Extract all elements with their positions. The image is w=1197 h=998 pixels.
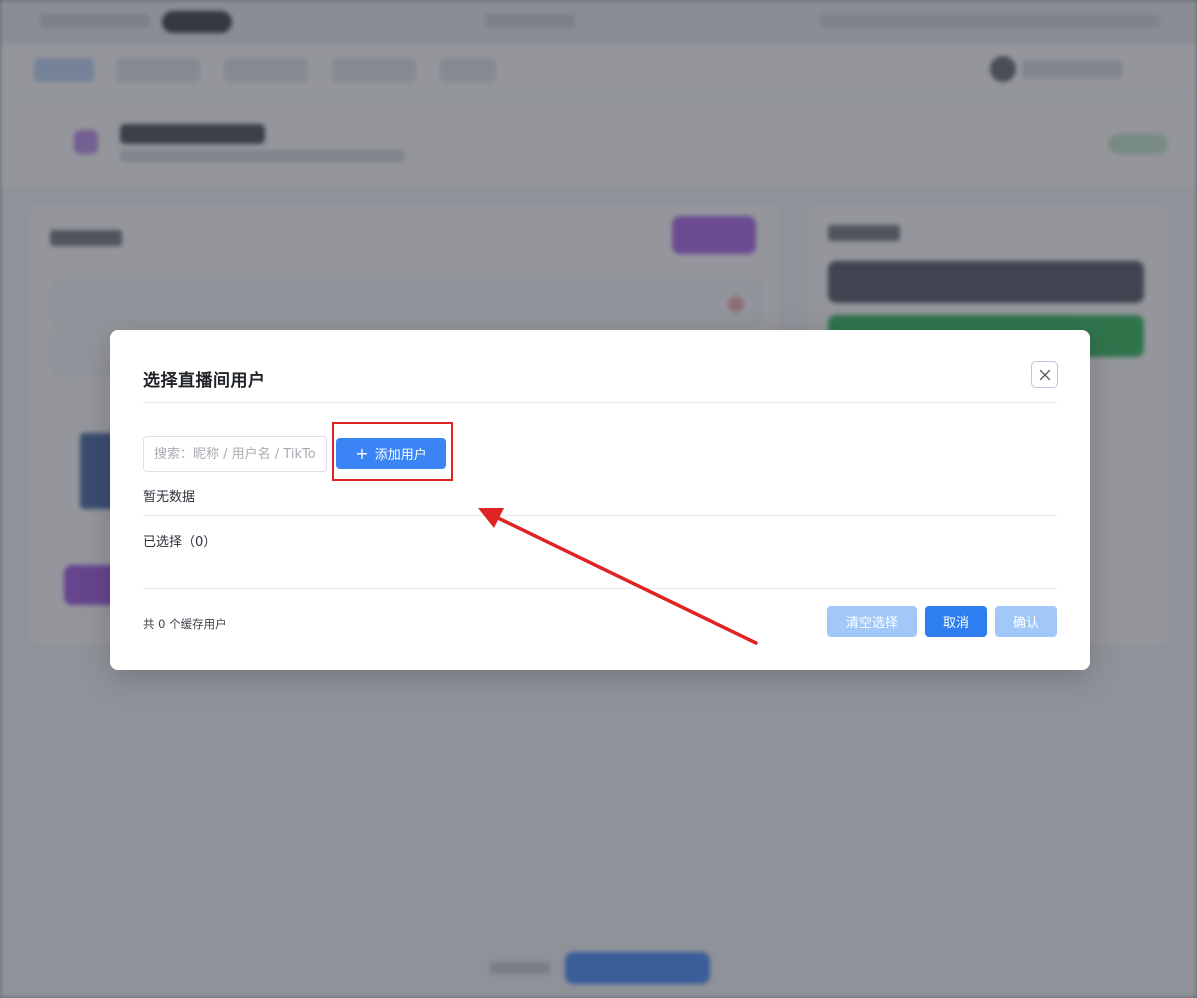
search-input[interactable]	[143, 436, 327, 472]
plus-icon: +	[355, 443, 369, 463]
footer-divider	[143, 588, 1057, 589]
close-icon	[1039, 369, 1050, 380]
cached-user-count: 共 0 个缓存用户	[143, 617, 227, 631]
selected-count: 已选择（0）	[143, 535, 217, 550]
confirm-button[interactable]: 确认	[995, 606, 1057, 637]
empty-state-text: 暂无数据	[143, 490, 196, 505]
dialog-title: 选择直播间用户	[143, 371, 266, 391]
close-button[interactable]	[1031, 361, 1058, 388]
cancel-button[interactable]: 取消	[925, 606, 987, 637]
add-user-label: 添加用户	[374, 448, 427, 463]
select-live-room-user-dialog: 选择直播间用户 + 添加用户 暂无数据 已选择（0） 共 0 个缓存用户 清空选…	[110, 330, 1090, 670]
clear-selection-button[interactable]: 清空选择	[827, 606, 917, 637]
header-divider	[143, 402, 1057, 403]
add-user-button[interactable]: + 添加用户	[336, 438, 446, 469]
list-divider	[143, 515, 1057, 516]
